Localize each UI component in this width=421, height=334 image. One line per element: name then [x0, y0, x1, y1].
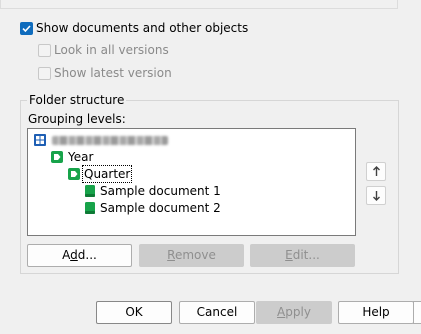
document-icon	[85, 185, 95, 197]
add-button[interactable]: Add...	[27, 244, 132, 267]
tree-item-label: Year	[68, 150, 94, 164]
cancel-button[interactable]: Cancel	[179, 301, 255, 324]
show-latest-version-label: Show latest version	[54, 66, 172, 80]
tag-icon	[68, 168, 80, 180]
view-grid-icon	[34, 134, 46, 146]
move-up-button[interactable]	[366, 162, 386, 181]
redacted-view-name	[52, 136, 168, 145]
help-button[interactable]: Help	[338, 301, 414, 324]
move-down-button[interactable]	[366, 186, 386, 205]
tree-item-label: Sample document 1	[100, 184, 221, 198]
remove-button[interactable]: Remove	[139, 244, 244, 267]
checkmark-icon	[22, 25, 31, 33]
offscreen-button-edge	[413, 301, 421, 324]
arrow-down-icon	[372, 191, 380, 201]
tree-item-root[interactable]	[34, 132, 234, 148]
folder-structure-title: Folder structure	[27, 93, 127, 107]
arrow-up-icon	[372, 166, 380, 176]
dialog-top-frame	[0, 0, 398, 9]
tree-item-label: Sample document 2	[100, 201, 221, 215]
grouping-levels-label: Grouping levels:	[28, 112, 126, 126]
grouping-levels-tree[interactable]: Year Quarter Sample document 1 Sample do…	[27, 128, 356, 236]
tree-item-label: Quarter	[81, 165, 133, 183]
look-in-all-versions-label: Look in all versions	[54, 43, 169, 57]
tag-icon	[51, 151, 63, 163]
apply-button[interactable]: Apply	[256, 301, 332, 324]
ok-button[interactable]: OK	[96, 301, 172, 324]
document-icon	[85, 202, 95, 214]
show-documents-checkbox[interactable]	[20, 22, 33, 35]
look-in-all-versions-checkbox[interactable]	[38, 44, 51, 57]
show-latest-version-checkbox[interactable]	[38, 67, 51, 80]
show-documents-label[interactable]: Show documents and other objects	[36, 21, 248, 35]
edit-button[interactable]: Edit...	[250, 244, 355, 267]
